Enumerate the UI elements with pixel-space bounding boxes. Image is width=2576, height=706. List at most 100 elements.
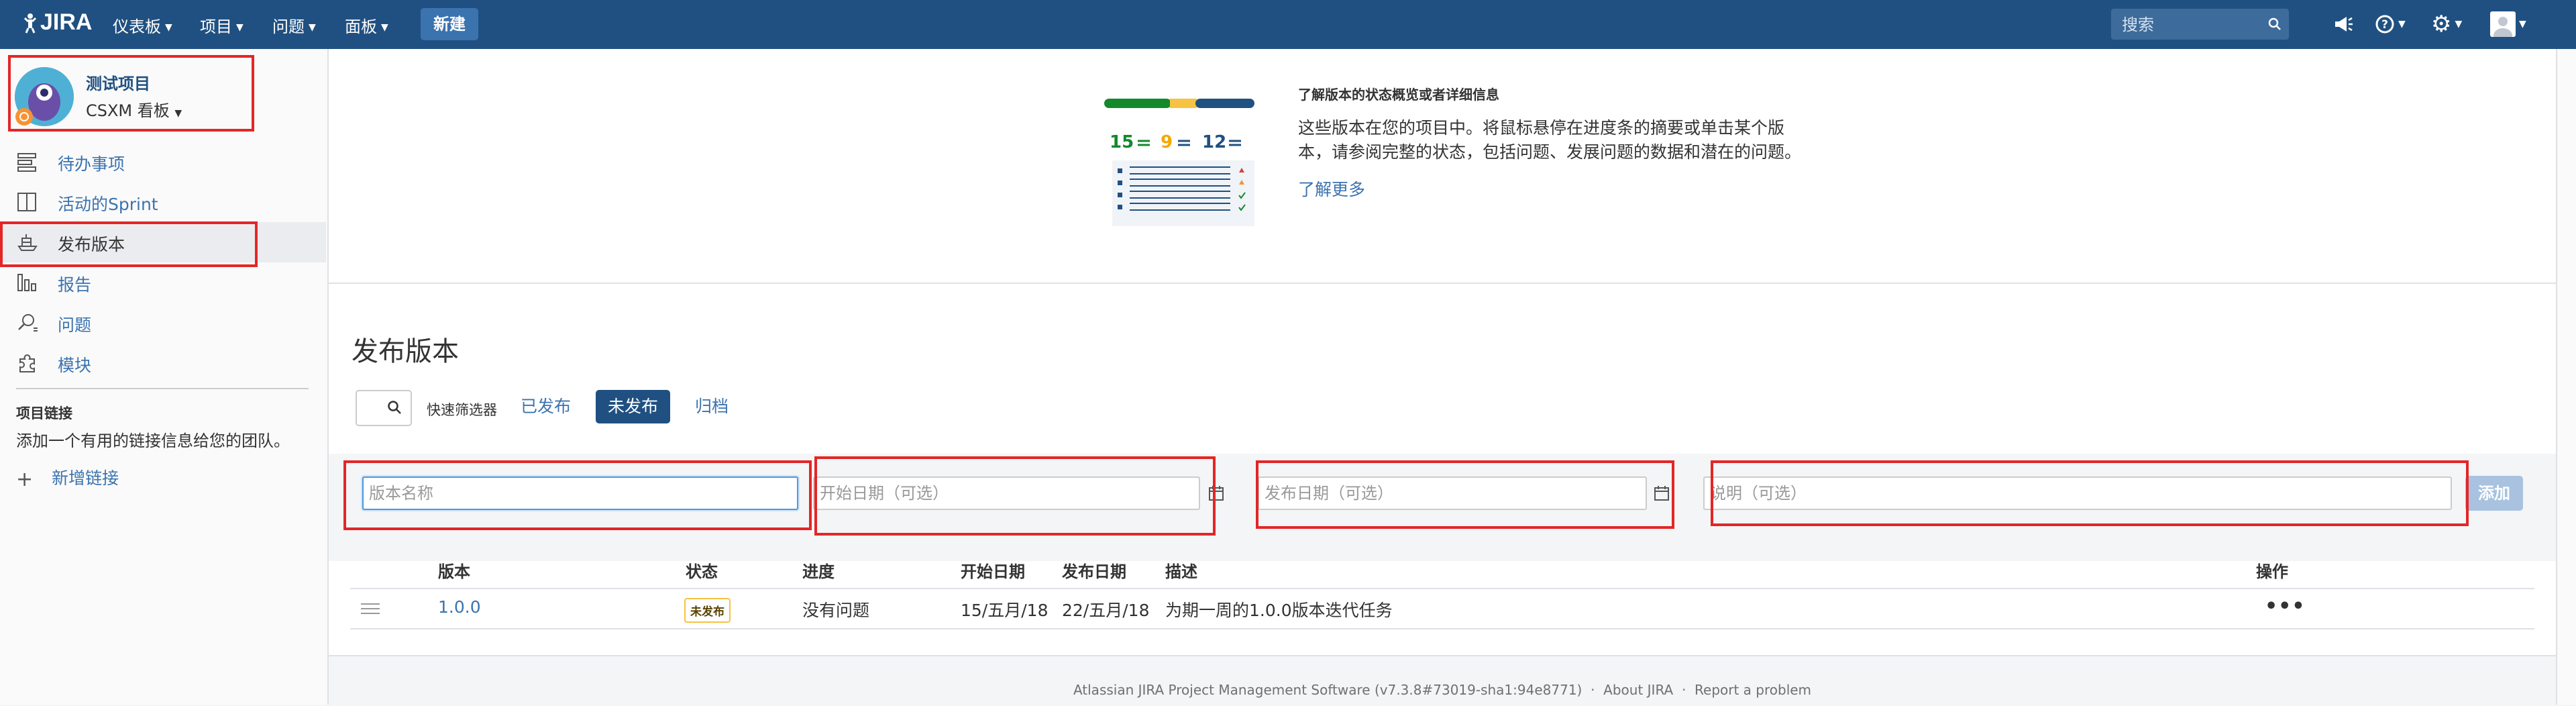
footer: Atlassian JIRA Project Management Softwa… [329, 655, 2556, 706]
top-navigation-bar: JIRA 仪表板 ▼ 项目 ▼ 问题 ▼ 面板 ▼ 新建 ? ▼ ⚙ ▼ ▼ [0, 0, 2576, 49]
footer-separator: · [1591, 682, 1595, 698]
col-header-release-date: 发布日期 [1062, 562, 1126, 581]
table-header-divider [350, 588, 2534, 589]
board-name: CSXM 看板 [86, 101, 170, 120]
sidebar-item-backlog[interactable]: 待办事项 [0, 142, 326, 182]
project-sidebar: 测试项目 CSXM 看板 ▼ 待办事项 活动的Sprint 发布版本 报告 问题… [0, 49, 329, 705]
filter-unreleased[interactable]: 未发布 [596, 390, 671, 423]
status-badge: 未发布 [684, 598, 731, 623]
start-date-cell: 15/五月/18 [961, 601, 1049, 620]
chevron-down-icon: ▼ [2398, 19, 2406, 30]
sidebar-item-reports[interactable]: 报告 [0, 262, 326, 303]
about-jira-link[interactable]: About JIRA [1603, 682, 1673, 698]
release-date-cell: 22/五月/18 [1062, 601, 1150, 620]
chevron-down-icon: ▼ [2519, 19, 2526, 30]
jira-logo-text: JIRA [40, 9, 93, 35]
col-header-description: 描述 [1165, 562, 1197, 581]
sidebar-item-releases[interactable]: 发布版本 [0, 222, 326, 262]
help-menu[interactable]: ? ▼ [2375, 11, 2406, 38]
chevron-down-icon: ▼ [165, 22, 172, 33]
svg-text:?: ? [2381, 18, 2388, 32]
done-count: 15 [1110, 132, 1134, 152]
report-problem-link[interactable]: Report a problem [1695, 682, 1811, 698]
page-scrollbar[interactable] [2556, 49, 2576, 705]
todo-count: 12 [1202, 132, 1227, 152]
jira-logo[interactable]: JIRA [23, 9, 92, 36]
version-link[interactable]: 1.0.0 [438, 597, 481, 617]
gear-icon: ⚙ [2431, 11, 2452, 38]
board-icon [16, 191, 39, 213]
description-cell: 为期一周的1.0.0版本迭代任务 [1165, 601, 1393, 620]
jira-logo-icon [23, 12, 38, 34]
add-version-button[interactable]: 添加 [2465, 476, 2523, 511]
sidebar-item-label: 报告 [58, 275, 92, 295]
add-link-button[interactable]: + 新增链接 [16, 465, 119, 491]
table-row-divider [350, 628, 2534, 629]
calendar-icon[interactable] [1208, 485, 1225, 502]
quick-filter-label: 快速筛选器 [427, 402, 497, 418]
in-progress-count: 9 [1161, 132, 1173, 152]
search-icon[interactable] [2267, 17, 2282, 34]
info-title: 了解版本的状态概览或者详细信息 [1298, 87, 1499, 103]
sidebar-item-label: 模块 [58, 356, 92, 375]
sidebar-item-active-sprint[interactable]: 活动的Sprint [0, 182, 326, 222]
description-input[interactable] [1703, 476, 2452, 510]
backlog-icon [16, 151, 39, 172]
user-menu[interactable]: ▼ [2490, 11, 2526, 38]
filter-released[interactable]: 已发布 [508, 390, 583, 423]
chevron-down-icon: ▼ [174, 108, 182, 119]
footer-text: Atlassian JIRA Project Management Softwa… [329, 682, 2556, 698]
sidebar-divider [16, 388, 309, 389]
col-header-status: 状态 [686, 562, 718, 581]
nav-issues-label: 问题 [272, 17, 305, 36]
sidebar-item-issues[interactable]: 问题 [0, 303, 326, 343]
project-avatar[interactable] [15, 67, 74, 126]
chevron-down-icon: ▼ [309, 22, 316, 33]
main-content: 15 9 12 了解版本的状态概览或者详细信息 这些版本在您的项目中。将鼠标悬停… [329, 49, 2556, 705]
board-selector[interactable]: CSXM 看板 ▼ [86, 97, 182, 121]
issues-search-icon [16, 312, 39, 334]
nav-dashboards-label: 仪表板 [113, 17, 161, 36]
learn-more-link[interactable]: 了解更多 [1298, 176, 1365, 201]
announcement-icon[interactable] [2333, 11, 2353, 38]
more-actions-icon[interactable]: ••• [2265, 595, 2306, 618]
col-header-progress: 进度 [802, 562, 835, 581]
col-header-actions: 操作 [2256, 562, 2288, 581]
ship-icon [16, 232, 39, 253]
project-links-description: 添加一个有用的链接信息给您的团队。 [16, 432, 290, 450]
add-link-label: 新增链接 [52, 468, 119, 488]
chevron-down-icon: ▼ [236, 22, 244, 33]
sidebar-item-label: 发布版本 [58, 235, 125, 254]
chevron-down-icon: ▼ [2455, 19, 2463, 30]
start-date-input[interactable] [813, 476, 1200, 510]
nav-boards-label: 面板 [345, 17, 377, 36]
nav-projects-label: 项目 [200, 17, 232, 36]
footer-software: Atlassian JIRA Project Management Softwa… [1073, 682, 1582, 698]
search-box [2111, 9, 2289, 40]
chevron-down-icon: ▼ [381, 22, 388, 33]
col-header-start-date: 开始日期 [961, 562, 1025, 581]
nav-issues[interactable]: 问题 ▼ [272, 13, 316, 37]
plus-icon: + [16, 467, 34, 491]
search-icon [386, 399, 402, 418]
calendar-icon[interactable] [1653, 485, 1670, 502]
version-name-input[interactable] [362, 476, 798, 510]
project-name[interactable]: 测试项目 [86, 70, 150, 94]
footer-separator: · [1681, 682, 1686, 698]
nav-dashboards[interactable]: 仪表板 ▼ [113, 13, 172, 37]
progress-cell: 没有问题 [802, 601, 870, 620]
sidebar-item-label: 活动的Sprint [58, 195, 158, 214]
user-avatar [2490, 11, 2516, 37]
drag-handle-icon[interactable] [361, 603, 380, 615]
filter-archived[interactable]: 归档 [683, 390, 741, 423]
chart-icon [16, 272, 39, 293]
release-illustration: 15 9 12 [1103, 93, 1257, 228]
sidebar-item-components[interactable]: 模块 [0, 343, 326, 383]
settings-menu[interactable]: ⚙ ▼ [2431, 11, 2462, 38]
quick-search-button[interactable] [356, 390, 412, 426]
nav-boards[interactable]: 面板 ▼ [345, 13, 388, 37]
search-input[interactable] [2121, 14, 2264, 36]
release-date-input[interactable] [1258, 476, 1647, 510]
create-button[interactable]: 新建 [421, 8, 478, 40]
nav-projects[interactable]: 项目 ▼ [200, 13, 244, 37]
